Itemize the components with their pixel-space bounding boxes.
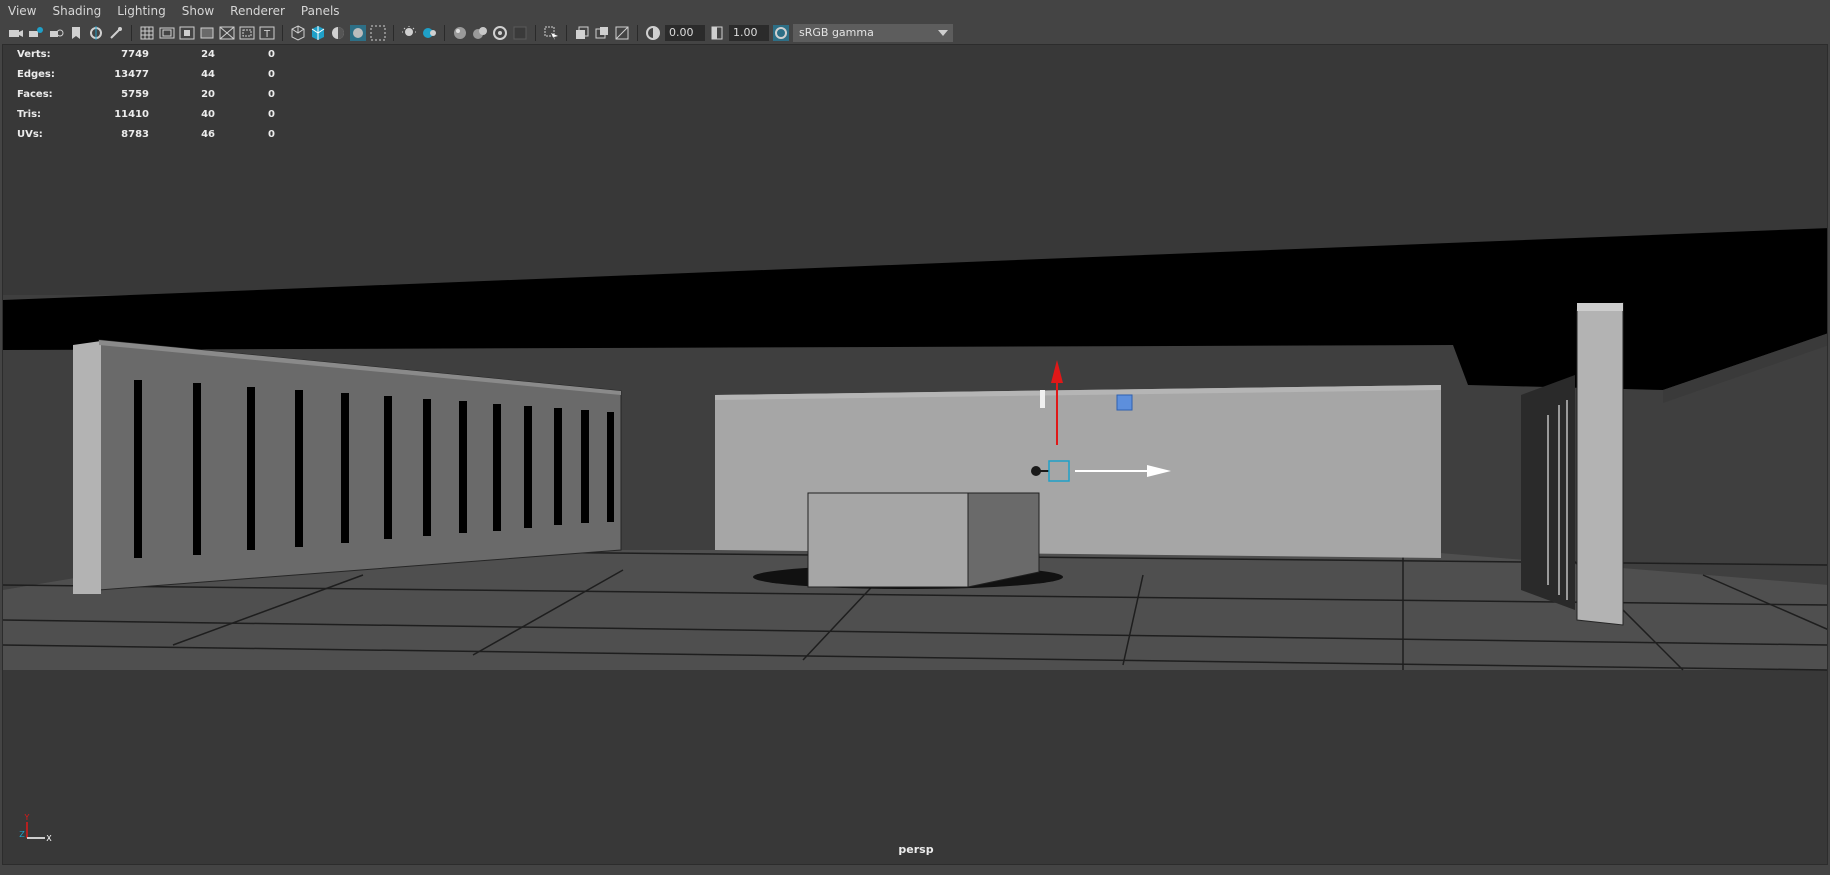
menu-renderer[interactable]: Renderer <box>222 0 293 22</box>
hud-value: 20 <box>201 89 215 100</box>
menu-shading[interactable]: Shading <box>44 0 109 22</box>
toolbar-separator <box>131 25 132 41</box>
grid-toggle-icon[interactable] <box>239 25 255 41</box>
hud-value: 5759 <box>121 89 149 100</box>
perspective-viewport[interactable]: Verts: 7749 24 0 Edges: 13477 44 0 Faces… <box>2 44 1828 865</box>
gamma-field[interactable]: 1.00 <box>729 25 769 41</box>
right-pillar <box>1576 302 1624 626</box>
xray-icon[interactable] <box>512 25 528 41</box>
hud-label: UVs: <box>17 129 43 140</box>
maya-viewport-window: View Shading Lighting Show Renderer Pane… <box>0 0 1830 875</box>
hud-row-edges: Edges: 13477 44 0 <box>17 65 275 85</box>
color-space-value: sRGB gamma <box>799 26 874 39</box>
hud-value: 24 <box>201 49 215 60</box>
hud-value: 0 <box>268 89 275 100</box>
hud-label: Edges: <box>17 69 55 80</box>
svg-text:T: T <box>263 29 271 40</box>
color-management-icon[interactable] <box>773 25 789 41</box>
poly-count-hud: Verts: 7749 24 0 Edges: 13477 44 0 Faces… <box>17 45 275 145</box>
grid-icon[interactable] <box>88 25 104 41</box>
panel-toolbar: T 0.00 1.00 sRGB gamma <box>0 22 1830 44</box>
menu-lighting[interactable]: Lighting <box>109 0 174 22</box>
film-gate-icon[interactable] <box>108 25 124 41</box>
smooth-shade-icon[interactable] <box>310 25 326 41</box>
depth-of-field-icon[interactable] <box>472 25 488 41</box>
hud-row-tris: Tris: 11410 40 0 <box>17 105 275 125</box>
safe-action-icon[interactable] <box>199 25 215 41</box>
menu-view[interactable]: View <box>0 0 44 22</box>
isolate-select-icon[interactable] <box>492 25 508 41</box>
camera-attributes-icon[interactable] <box>28 25 44 41</box>
manip-z-handle[interactable] <box>1031 466 1041 476</box>
scene-canvas[interactable] <box>3 45 1828 865</box>
hud-row-uvs: UVs: 8783 46 0 <box>17 125 275 145</box>
field-chart-icon[interactable] <box>179 25 195 41</box>
xray-active-components-icon[interactable] <box>574 25 590 41</box>
gamma-icon[interactable] <box>709 25 725 41</box>
hud-value: 40 <box>201 109 215 120</box>
axis-z-label: Z <box>19 830 25 839</box>
backface-culling-icon[interactable] <box>594 25 610 41</box>
exposure-field[interactable]: 0.00 <box>665 25 705 41</box>
xray-joints-icon[interactable] <box>543 25 559 41</box>
toolbar-separator <box>393 25 394 41</box>
color-space-dropdown[interactable]: sRGB gamma <box>793 24 953 42</box>
hud-label: Faces: <box>17 89 53 100</box>
axis-y-label: Y <box>24 813 30 822</box>
menu-panels[interactable]: Panels <box>293 0 348 22</box>
hud-row-verts: Verts: 7749 24 0 <box>17 45 275 65</box>
hud-value: 0 <box>268 129 275 140</box>
selected-face-handle[interactable] <box>1116 394 1133 411</box>
gate-mask-icon[interactable] <box>159 25 175 41</box>
left-wall-end-cap <box>73 341 101 594</box>
toolbar-separator <box>282 25 283 41</box>
box-side-face <box>967 492 1040 588</box>
hud-label: Verts: <box>17 49 51 60</box>
toolbar-separator <box>566 25 567 41</box>
safe-title-icon[interactable] <box>219 25 235 41</box>
hud-value: 44 <box>201 69 215 80</box>
camera-icon[interactable] <box>8 25 24 41</box>
right-pillar-top <box>1577 303 1623 311</box>
use-all-lights-icon[interactable] <box>350 25 366 41</box>
axis-x-label: X <box>46 834 52 843</box>
box-front-face <box>807 492 969 588</box>
hud-row-faces: Faces: 5759 20 0 <box>17 85 275 105</box>
text-overlay-icon[interactable]: T <box>259 25 275 41</box>
panel-menu-bar: View Shading Lighting Show Renderer Pane… <box>0 0 1830 22</box>
chevron-down-icon <box>938 30 948 36</box>
menu-show[interactable]: Show <box>174 0 222 22</box>
resolution-gate-icon[interactable] <box>139 25 155 41</box>
motion-blur-icon[interactable] <box>421 25 437 41</box>
wireframe-icon[interactable] <box>290 25 306 41</box>
toolbar-separator <box>637 25 638 41</box>
ambient-occlusion-icon[interactable] <box>401 25 417 41</box>
frame-selection-icon[interactable] <box>614 25 630 41</box>
view-axis-indicator: Y Z X <box>19 813 52 843</box>
exposure-icon[interactable] <box>645 25 661 41</box>
hud-value: 11410 <box>114 109 149 120</box>
hud-value: 0 <box>268 109 275 120</box>
camera-name-label: persp <box>898 843 934 856</box>
multisample-aa-icon[interactable] <box>452 25 468 41</box>
hud-value: 46 <box>201 129 215 140</box>
hud-value: 8783 <box>121 129 149 140</box>
hud-label: Tris: <box>17 109 42 120</box>
light-marker <box>1040 390 1045 408</box>
image-plane-icon[interactable] <box>68 25 84 41</box>
hud-value: 13477 <box>114 69 149 80</box>
toolbar-separator <box>444 25 445 41</box>
hud-value: 0 <box>268 69 275 80</box>
textured-icon[interactable] <box>330 25 346 41</box>
hud-value: 0 <box>268 49 275 60</box>
hud-value: 7749 <box>121 49 149 60</box>
shadows-icon[interactable] <box>370 25 386 41</box>
toolbar-separator <box>535 25 536 41</box>
bookmark-icon[interactable] <box>48 25 64 41</box>
